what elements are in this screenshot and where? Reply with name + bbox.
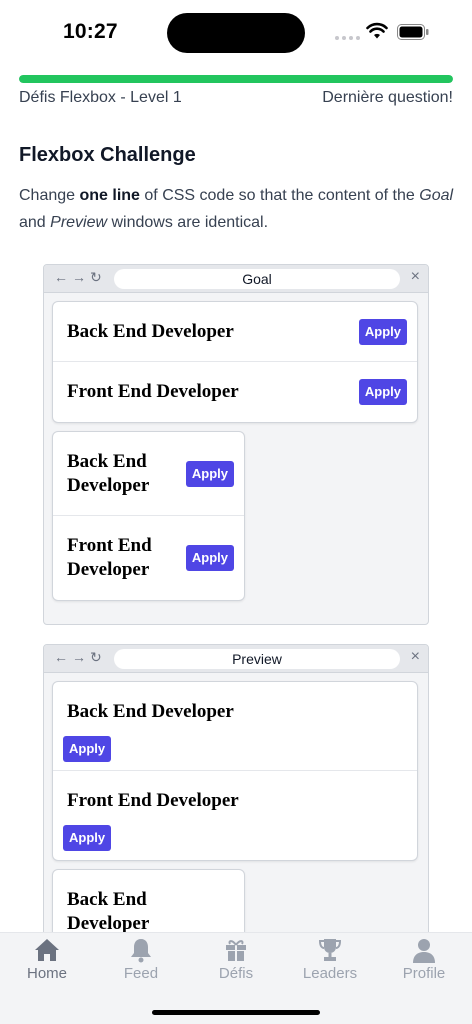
dynamic-island — [167, 13, 305, 53]
home-indicator — [152, 1010, 320, 1015]
job-title: Front End Developer — [67, 790, 239, 811]
job-card: Back End Developer Apply — [53, 682, 417, 771]
tab-feed[interactable]: Feed — [101, 937, 181, 982]
goal-window-toolbar: ←→↻ Goal × — [44, 265, 428, 293]
apply-button[interactable]: Apply — [63, 736, 112, 762]
job-title: Back End Developer — [67, 889, 150, 934]
status-time: 10:27 — [63, 20, 118, 43]
battery-icon — [397, 24, 429, 40]
progress-status-label: Dernière question! — [322, 89, 453, 106]
close-icon: × — [410, 648, 420, 665]
tab-home[interactable]: Home — [7, 937, 87, 982]
tab-defis[interactable]: Défis — [196, 937, 276, 982]
apply-button[interactable]: Apply — [185, 545, 234, 571]
goal-job-list-narrow: Back End Developer Apply Front End Devel… — [52, 431, 245, 601]
gift-icon — [226, 940, 246, 961]
job-title: Back End Developer — [67, 450, 150, 496]
progress-level-label: Défis Flexbox - Level 1 — [19, 89, 182, 106]
page-title: Flexbox Challenge — [19, 144, 196, 166]
preview-window-toolbar: ←→↻ Preview × — [44, 645, 428, 673]
close-icon: × — [410, 268, 420, 285]
job-title: Back End Developer — [67, 320, 234, 342]
trophy-icon — [318, 939, 342, 961]
job-title: Front End Developer — [67, 381, 239, 402]
progress-bar — [19, 75, 453, 83]
person-icon — [413, 939, 435, 963]
tab-profile[interactable]: Profile — [384, 937, 464, 982]
job-card: Back End Developer Apply — [53, 432, 244, 516]
preview-window-title: Preview — [114, 649, 400, 669]
signal-icon — [335, 36, 360, 40]
goal-job-list-wide: Back End Developer Apply Front End Devel… — [52, 301, 418, 423]
tab-label: Défis — [218, 965, 254, 982]
tab-label: Feed — [123, 965, 159, 982]
job-title: Front End Developer — [67, 535, 152, 580]
bell-icon — [131, 939, 151, 963]
apply-button[interactable]: Apply — [185, 460, 234, 487]
nav-arrows-icon: ←→↻ — [54, 649, 106, 665]
preview-window: ←→↻ Preview × Back End Developer Apply F… — [43, 644, 429, 944]
goal-window: ←→↻ Goal × Back End Developer Apply Fron… — [43, 264, 429, 625]
apply-button[interactable]: Apply — [358, 379, 407, 405]
wifi-icon — [366, 22, 388, 39]
goal-window-title: Goal — [114, 269, 400, 289]
job-card: Back End Developer Apply — [53, 302, 417, 362]
status-bar: 10:27 — [0, 0, 472, 62]
job-title: Back End Developer — [67, 701, 234, 722]
home-icon — [35, 939, 59, 961]
job-card: Front End Developer Apply — [53, 516, 244, 600]
challenge-description: Change one line of CSS code so that the … — [19, 187, 454, 231]
preview-job-list-wide: Back End Developer Apply Front End Devel… — [52, 681, 418, 861]
tab-label: Profile — [402, 965, 446, 982]
job-card: Front End Developer Apply — [53, 771, 417, 860]
nav-arrows-icon: ←→↻ — [54, 269, 106, 285]
job-card: Front End Developer Apply — [53, 362, 417, 422]
tab-leaders[interactable]: Leaders — [290, 937, 370, 982]
apply-button[interactable]: Apply — [63, 825, 112, 851]
tab-label: Home — [26, 965, 67, 982]
progress-fill — [19, 75, 453, 83]
tab-label: Leaders — [302, 965, 358, 982]
apply-button[interactable]: Apply — [358, 318, 407, 345]
